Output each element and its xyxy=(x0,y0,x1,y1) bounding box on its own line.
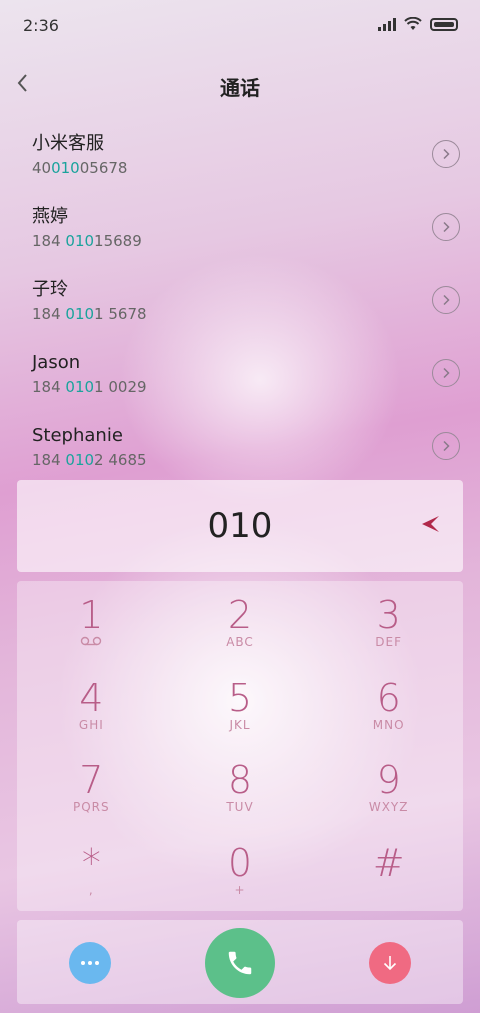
call-button[interactable] xyxy=(205,928,275,998)
key-4[interactable]: 4 GHI xyxy=(17,664,166,747)
key-5[interactable]: 5 JKL xyxy=(166,664,315,747)
backspace-button[interactable] xyxy=(413,506,449,542)
contact-number: 184 0101 0029 xyxy=(32,378,147,396)
key-1[interactable]: 1 xyxy=(17,581,166,664)
key-9[interactable]: 9 WXYZ xyxy=(314,746,463,829)
contact-name: Stephanie xyxy=(32,425,123,446)
key-digit: 1 xyxy=(79,593,104,637)
collapse-keypad-button[interactable] xyxy=(369,942,411,984)
key-letters: MNO xyxy=(372,717,405,732)
key-star[interactable]: * , xyxy=(17,829,166,912)
key-letters: TUV xyxy=(226,800,254,814)
contact-detail-button[interactable] xyxy=(432,432,460,460)
contact-detail-button[interactable] xyxy=(432,140,460,168)
contact-number: 184 01015689 xyxy=(32,232,142,250)
key-digit: 9 xyxy=(376,758,401,802)
match-highlight: 010 xyxy=(65,451,95,469)
key-2[interactable]: 2 ABC xyxy=(166,581,315,664)
chevron-right-icon xyxy=(443,294,450,306)
dialer-action-bar xyxy=(17,920,463,1004)
status-icons xyxy=(378,17,458,31)
contact-name: Jason xyxy=(32,352,81,373)
key-digit: 7 xyxy=(79,758,104,802)
key-letters: GHI xyxy=(78,717,104,732)
key-digit: 5 xyxy=(227,675,253,720)
contact-number: 184 0101 5678 xyxy=(32,305,147,323)
key-3[interactable]: 3 DEF xyxy=(314,581,463,664)
chevron-right-icon xyxy=(443,440,450,452)
key-digit: 4 xyxy=(79,675,104,720)
battery-icon xyxy=(430,17,458,31)
contact-detail-button[interactable] xyxy=(432,286,460,314)
status-time: 2:36 xyxy=(23,16,59,35)
arrow-down-icon xyxy=(383,956,397,971)
contact-number: 184 0102 4685 xyxy=(32,451,147,469)
contact-number: 4001005678 xyxy=(32,159,128,177)
contact-detail-button[interactable] xyxy=(432,359,460,387)
list-item[interactable]: 小米客服 4001005678 xyxy=(0,118,480,191)
key-digit: 8 xyxy=(227,758,253,802)
signal-icon xyxy=(378,17,396,31)
contact-detail-button[interactable] xyxy=(432,213,460,241)
key-letters: , xyxy=(88,882,94,897)
keypad: 1 2 ABC 3 DEF 4 GHI 5 JKL 6 MNO 7 PQRS 8… xyxy=(17,581,463,911)
list-item[interactable]: 子玲 184 0101 5678 xyxy=(0,264,480,337)
contact-name: 小米客服 xyxy=(32,133,104,154)
contact-name: 燕婷 xyxy=(32,206,68,227)
key-digit: 3 xyxy=(376,593,401,637)
backspace-arrow-icon xyxy=(422,516,439,532)
key-6[interactable]: 6 MNO xyxy=(314,664,463,747)
key-letters: JKL xyxy=(229,717,251,732)
key-letters: + xyxy=(234,882,246,897)
more-dots-icon xyxy=(81,961,99,965)
key-digit: * xyxy=(81,840,101,885)
key-0[interactable]: 0 + xyxy=(166,829,315,912)
key-digit: 2 xyxy=(227,593,253,637)
match-highlight: 010 xyxy=(65,305,95,323)
contact-name: 子玲 xyxy=(32,279,68,300)
key-letters: ABC xyxy=(226,635,254,649)
contact-results-list: 小米客服 4001005678 燕婷 184 01015689 子玲 184 0… xyxy=(0,118,480,483)
phone-icon xyxy=(228,951,252,975)
chevron-right-icon xyxy=(443,148,450,160)
dialed-number: 010 xyxy=(207,506,273,546)
list-item[interactable]: 燕婷 184 01015689 xyxy=(0,191,480,264)
wifi-icon xyxy=(404,17,422,30)
status-bar: 2:36 xyxy=(0,0,480,50)
page-title: 通话 xyxy=(220,76,260,100)
key-digit: 6 xyxy=(376,675,401,720)
key-letters: DEF xyxy=(375,635,403,649)
key-8[interactable]: 8 TUV xyxy=(166,746,315,829)
key-hash[interactable]: # xyxy=(314,829,463,912)
chevron-right-icon xyxy=(443,367,450,379)
match-highlight: 010 xyxy=(65,232,95,250)
match-highlight: 010 xyxy=(51,159,80,177)
chevron-right-icon xyxy=(443,221,450,233)
dial-display: 010 xyxy=(17,480,463,572)
header: 通话 xyxy=(0,60,480,108)
list-item[interactable]: Stephanie 184 0102 4685 xyxy=(0,410,480,483)
more-options-button[interactable] xyxy=(69,942,111,984)
list-item[interactable]: Jason 184 0101 0029 xyxy=(0,337,480,410)
key-digit: # xyxy=(372,840,405,885)
key-7[interactable]: 7 PQRS xyxy=(17,746,166,829)
key-digit: 0 xyxy=(227,840,253,885)
key-letters: PQRS xyxy=(73,800,110,814)
match-highlight: 010 xyxy=(65,378,95,396)
key-letters: WXYZ xyxy=(368,800,409,814)
